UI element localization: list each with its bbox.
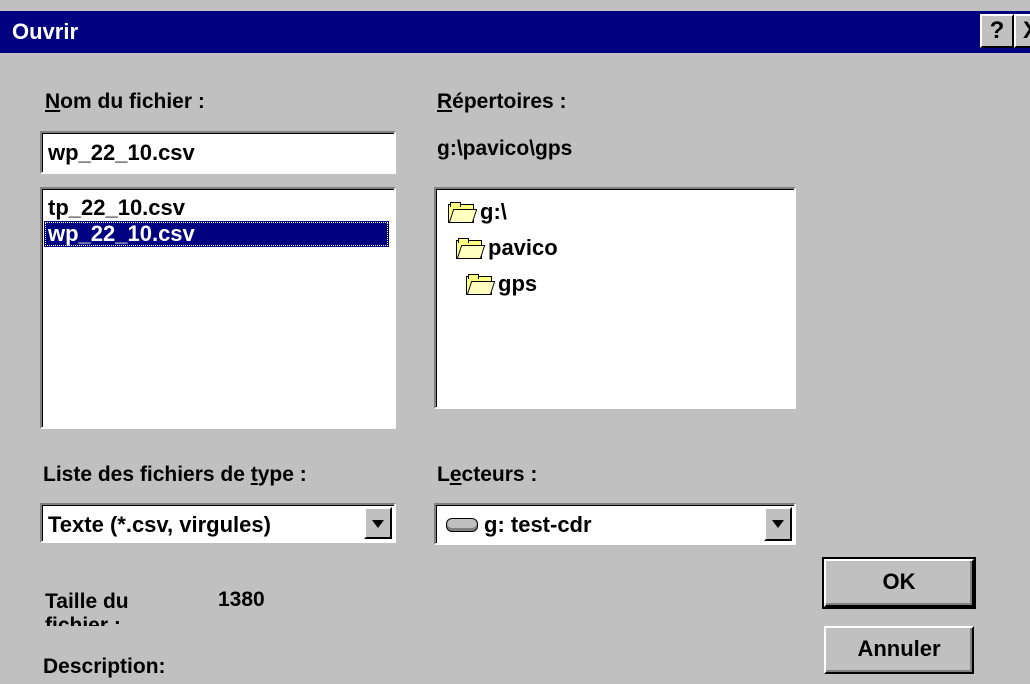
filename-input-value: wp_22_10.csv	[48, 140, 195, 165]
title-bar: Ouvrir ? X	[0, 11, 1030, 53]
directories-label: Répertoires :	[437, 90, 567, 113]
filetype-select[interactable]: Texte (*.csv, virgules)	[40, 503, 396, 543]
drives-select[interactable]: g: test-cdr	[434, 503, 796, 545]
filename-input[interactable]: wp_22_10.csv	[40, 131, 396, 174]
description-label: Description:	[43, 655, 166, 678]
dir-item-gps[interactable]: gps	[466, 271, 537, 297]
dir-item-label: pavico	[488, 235, 558, 260]
dir-item-label: gps	[498, 271, 538, 296]
filename-label: Nom du fichier :	[45, 90, 205, 113]
file-list-item-selected[interactable]: wp_22_10.csv	[44, 221, 389, 247]
directory-tree[interactable]: g:\ pavico gps	[434, 187, 796, 409]
drives-dropdown-button[interactable]	[764, 507, 792, 541]
drives-select-value: g: test-cdr	[484, 512, 592, 537]
dir-item-pavico[interactable]: pavico	[456, 235, 558, 261]
filetype-select-value: Texte (*.csv, virgules)	[48, 512, 271, 537]
close-button[interactable]: X	[1014, 14, 1030, 48]
file-list-item[interactable]: tp_22_10.csv	[44, 195, 389, 221]
open-folder-icon	[466, 274, 496, 295]
chevron-down-icon	[772, 520, 784, 528]
chevron-down-icon	[372, 520, 384, 528]
filetype-dropdown-button[interactable]	[364, 507, 392, 539]
filesize-value: 1380	[218, 588, 265, 611]
help-button[interactable]: ?	[980, 14, 1014, 48]
open-folder-icon	[456, 238, 486, 259]
dir-item-root[interactable]: g:\	[448, 199, 507, 225]
cancel-button[interactable]: Annuler	[824, 626, 974, 674]
drives-label: Lecteurs :	[437, 463, 538, 486]
filetype-label: Liste des fichiers de type :	[43, 463, 307, 486]
file-list[interactable]: tp_22_10.csv wp_22_10.csv	[40, 187, 396, 429]
window-title: Ouvrir	[12, 19, 79, 44]
current-path: g:\pavico\gps	[437, 137, 573, 160]
drive-icon	[446, 518, 478, 532]
filesize-label: Taille du fichier :	[45, 590, 129, 626]
dir-item-label: g:\	[480, 199, 507, 224]
open-folder-icon	[448, 202, 478, 223]
ok-button[interactable]: OK	[822, 557, 976, 609]
